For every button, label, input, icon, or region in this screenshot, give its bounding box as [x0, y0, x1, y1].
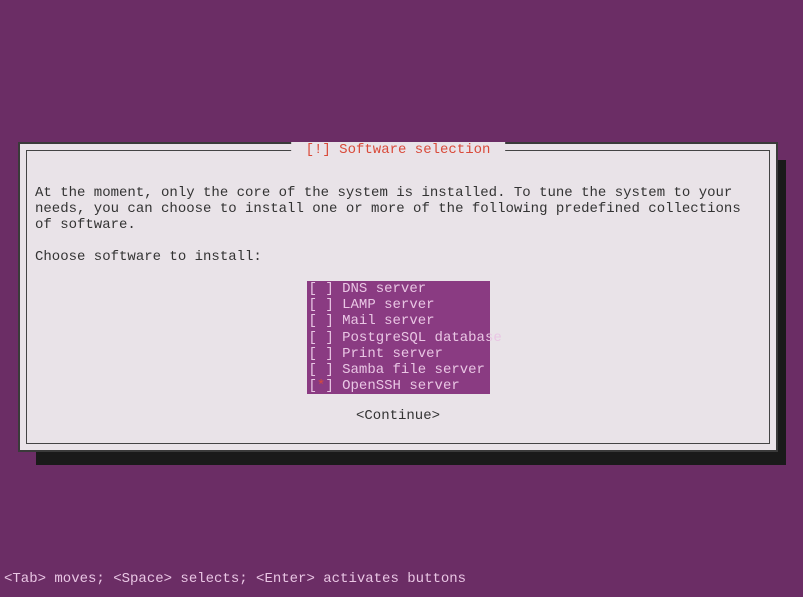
software-option[interactable]: [*] OpenSSH server	[307, 378, 490, 394]
option-checkbox-mark	[317, 281, 325, 297]
option-checkbox-mark	[317, 362, 325, 378]
option-label: Print server	[342, 346, 443, 362]
option-label: Mail server	[342, 313, 434, 329]
dialog-body-text: At the moment, only the core of the syst…	[35, 185, 761, 233]
software-option[interactable]: [ ] Samba file server	[307, 362, 490, 378]
software-option[interactable]: [ ] Mail server	[307, 313, 490, 329]
software-option[interactable]: [ ] Print server	[307, 346, 490, 362]
software-option[interactable]: [ ] DNS server	[307, 281, 490, 297]
option-label: LAMP server	[342, 297, 434, 313]
option-checkbox-mark	[317, 330, 325, 346]
dialog-title-text: [!] Software selection	[306, 142, 491, 158]
continue-button[interactable]: <Continue>	[356, 408, 440, 424]
continue-row: <Continue>	[35, 408, 761, 424]
software-option[interactable]: [ ] PostgreSQL database	[307, 330, 490, 346]
dialog-title: [!] Software selection	[291, 142, 505, 158]
option-label: OpenSSH server	[342, 378, 460, 394]
dialog-frame: [!] Software selection At the moment, on…	[26, 150, 770, 444]
footer-hint: <Tab> moves; <Space> selects; <Enter> ac…	[4, 571, 466, 587]
option-checkbox-mark: *	[317, 378, 325, 394]
option-label: PostgreSQL database	[342, 330, 502, 346]
software-options-list[interactable]: [ ] DNS server[ ] LAMP server[ ] Mail se…	[307, 281, 490, 394]
option-label: Samba file server	[342, 362, 485, 378]
option-label: DNS server	[342, 281, 426, 297]
dialog-prompt: Choose software to install:	[35, 249, 761, 265]
software-selection-dialog: [!] Software selection At the moment, on…	[18, 142, 778, 452]
option-checkbox-mark	[317, 313, 325, 329]
software-option[interactable]: [ ] LAMP server	[307, 297, 490, 313]
option-checkbox-mark	[317, 346, 325, 362]
option-checkbox-mark	[317, 297, 325, 313]
